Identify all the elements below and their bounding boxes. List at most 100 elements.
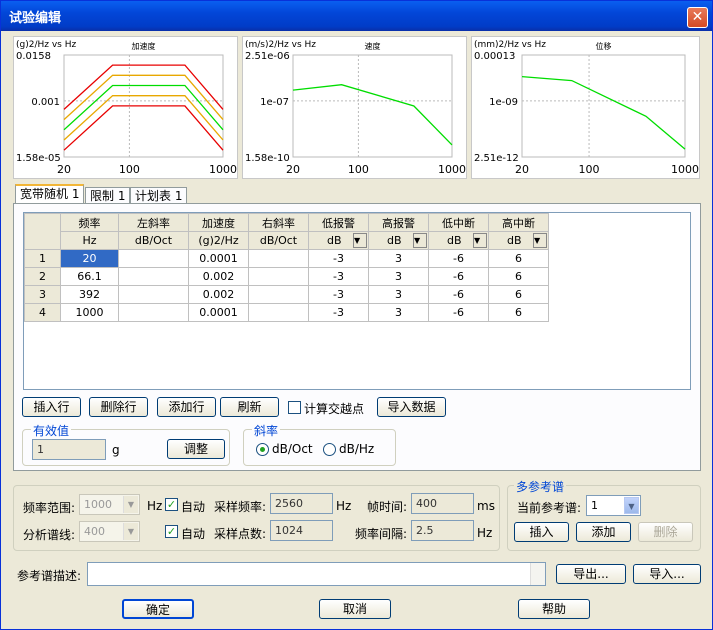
row-number[interactable]: 4	[24, 303, 61, 322]
frame-time-field[interactable]: 400	[411, 493, 474, 514]
table-cell[interactable]: 6	[488, 303, 549, 322]
insert-row-button[interactable]: 插入行	[22, 397, 81, 417]
ref-add-button[interactable]: 添加	[576, 522, 631, 542]
x-tick-label: 100	[348, 163, 369, 176]
x-tick-label: 1000	[671, 163, 699, 176]
table-cell[interactable]: 66.1	[60, 267, 119, 286]
chevron-down-icon: ▼	[624, 497, 639, 514]
chevron-down-icon[interactable]: ▼	[353, 233, 367, 248]
chevron-down-icon[interactable]: ▼	[473, 233, 487, 248]
chevron-down-icon[interactable]: ▼	[413, 233, 427, 248]
table-cell[interactable]: 3	[368, 249, 429, 268]
add-row-button[interactable]: 添加行	[157, 397, 216, 417]
ok-button[interactable]: 确定	[122, 599, 194, 619]
unit-header: dB/Oct	[118, 231, 189, 250]
table-cell[interactable]	[248, 303, 309, 322]
unit-select[interactable]: dB ▼	[488, 231, 549, 250]
multiref-group-label: 多参考谱	[514, 478, 567, 495]
table-cell[interactable]: 6	[488, 267, 549, 286]
calc-crossover-checkbox[interactable]	[288, 401, 301, 414]
slope-dboct-label: dB/Oct	[272, 442, 313, 456]
cancel-button[interactable]: 取消	[319, 599, 391, 619]
table-cell[interactable]	[248, 285, 309, 304]
table-cell[interactable]: -3	[308, 285, 369, 304]
refresh-button[interactable]: 刷新	[220, 397, 279, 417]
table-cell[interactable]: 6	[488, 249, 549, 268]
chart-title: 速度	[365, 41, 381, 51]
table-cell[interactable]: 3	[368, 267, 429, 286]
table-cell[interactable]: 0.0001	[188, 303, 249, 322]
row-number[interactable]: 3	[24, 285, 61, 304]
slope-dboct-radio[interactable]	[256, 443, 269, 456]
profile-table[interactable]: 频率 左斜率 加速度 右斜率 低报警 高报警 低中断 高中断 Hz dB/Oct (g)2/Hz d…	[23, 212, 691, 390]
table-cell[interactable]: 0.002	[188, 267, 249, 286]
delete-row-button[interactable]: 删除行	[89, 397, 148, 417]
sample-rate-field[interactable]: 2560	[270, 493, 333, 514]
table-cell[interactable]	[118, 249, 189, 268]
table-cell[interactable]: -3	[308, 267, 369, 286]
row-number[interactable]: 2	[24, 267, 61, 286]
export-button[interactable]: 导出...	[556, 564, 626, 584]
unit-select[interactable]: dB ▼	[428, 231, 489, 250]
table-cell[interactable]: -6	[428, 285, 489, 304]
import-data-button[interactable]: 导入数据	[377, 397, 446, 417]
table-row[interactable]: 1 20 0.0001 -3 3 -6 6	[24, 249, 549, 268]
table-row[interactable]: 4 1000 0.0001 -3 3 -6 6	[24, 303, 549, 322]
table-cell[interactable]	[118, 285, 189, 304]
chevron-down-icon[interactable]: ▼	[533, 233, 547, 248]
freq-auto-checkbox[interactable]: ✓	[165, 498, 178, 511]
table-cell[interactable]	[118, 267, 189, 286]
ref-insert-button[interactable]: 插入	[514, 522, 569, 542]
sample-points-field[interactable]: 1024	[270, 520, 333, 541]
slope-dbhz-radio[interactable]	[323, 443, 336, 456]
table-cell[interactable]: 3	[368, 285, 429, 304]
x-tick-label: 1000	[209, 163, 237, 176]
table-cell[interactable]: 6	[488, 285, 549, 304]
unit-header: (g)2/Hz	[188, 231, 249, 250]
table-cell[interactable]: -6	[428, 267, 489, 286]
freq-range-select[interactable]: 1000 ▼	[79, 494, 140, 515]
x-tick-label: 100	[579, 163, 600, 176]
table-cell[interactable]	[248, 267, 309, 286]
displacement-chart: (mm)2/Hz vs Hz 位移 0.00013 1e-09 2.51e-12 20 10…	[471, 36, 700, 179]
lines-auto-checkbox[interactable]: ✓	[165, 525, 178, 538]
table-row[interactable]: 2 66.1 0.002 -3 3 -6 6	[24, 267, 549, 286]
lines-select[interactable]: 400 ▼	[79, 521, 140, 542]
table-cell[interactable]: -3	[308, 303, 369, 322]
ref-desc-spinner[interactable]	[530, 563, 545, 585]
ref-delete-button[interactable]: 删除	[638, 522, 693, 542]
title-bar[interactable]: 试验编辑 ✕	[1, 1, 712, 31]
y-tick-label: 0.00013	[474, 51, 515, 62]
y-tick-label: 2.51e-12	[474, 153, 519, 164]
table-cell[interactable]: 392	[60, 285, 119, 304]
current-ref-select[interactable]: 1 ▼	[586, 495, 641, 516]
freq-interval-field[interactable]: 2.5	[411, 520, 474, 541]
y-tick-label: 2.51e-06	[245, 51, 290, 62]
ref-desc-field[interactable]	[87, 562, 546, 586]
rms-value-field[interactable]: 1	[32, 439, 106, 460]
table-cell[interactable]: 20	[60, 249, 119, 268]
unit-select[interactable]: dB ▼	[368, 231, 429, 250]
table-cell[interactable]: -3	[308, 249, 369, 268]
table-cell[interactable]: -6	[428, 249, 489, 268]
y-tick-label: 1.58e-05	[16, 153, 61, 164]
tab-broadband-random[interactable]: 宽带随机 1	[15, 184, 85, 205]
table-cell[interactable]	[118, 303, 189, 322]
table-cell[interactable]: 0.0001	[188, 249, 249, 268]
unit-label: dB	[387, 234, 402, 247]
adjust-button[interactable]: 调整	[167, 439, 225, 459]
close-icon[interactable]: ✕	[687, 7, 708, 28]
table-cell[interactable]: 3	[368, 303, 429, 322]
lines-auto-label: 自动	[181, 527, 206, 541]
table-cell[interactable]	[248, 249, 309, 268]
unit-select[interactable]: dB ▼	[308, 231, 369, 250]
row-number[interactable]: 1	[24, 249, 61, 268]
x-tick-label: 1000	[438, 163, 466, 176]
import-button[interactable]: 导入...	[633, 564, 701, 584]
frame-time-label: 帧时间:	[367, 500, 408, 514]
table-cell[interactable]: 1000	[60, 303, 119, 322]
table-row[interactable]: 3 392 0.002 -3 3 -6 6	[24, 285, 549, 304]
table-cell[interactable]: 0.002	[188, 285, 249, 304]
help-button[interactable]: 帮助	[518, 599, 590, 619]
table-cell[interactable]: -6	[428, 303, 489, 322]
